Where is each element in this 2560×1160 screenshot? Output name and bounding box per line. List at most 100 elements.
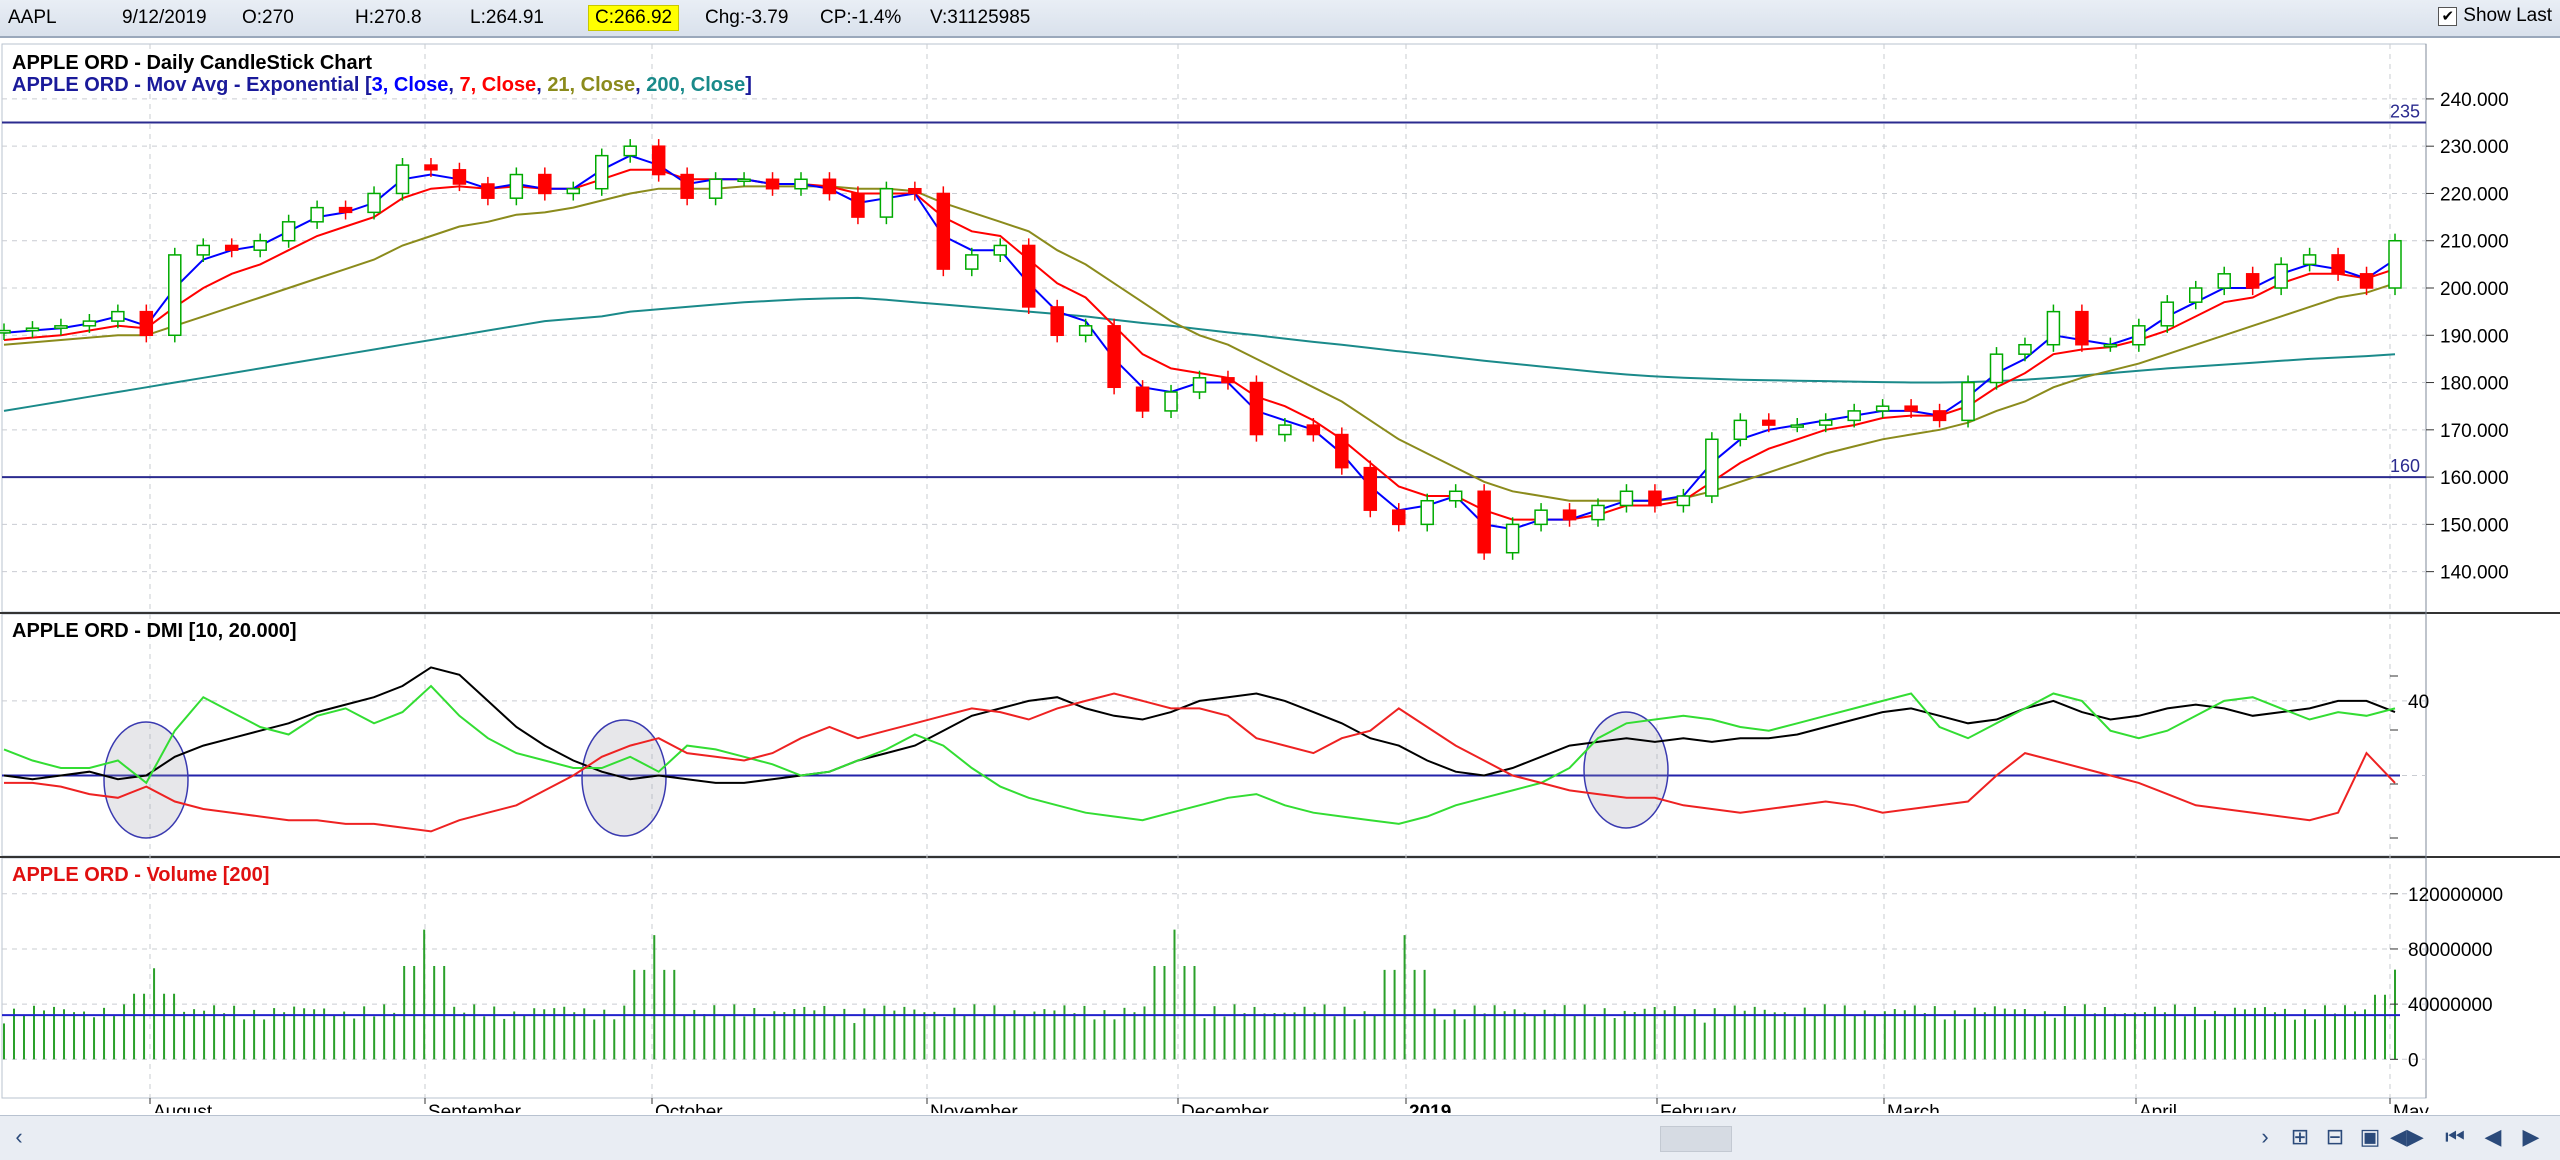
candle-up: [2302, 254, 2317, 266]
price-tick-label: 240.000: [2440, 90, 2509, 111]
candle-up: [25, 327, 40, 332]
candle-up: [1448, 490, 1463, 502]
candle-down: [765, 178, 780, 190]
candle-down: [1477, 490, 1491, 554]
candle-down: [1335, 433, 1349, 469]
candle-up: [281, 221, 296, 242]
x-tick-label: 2019: [1409, 1102, 1451, 1113]
candle-up: [310, 206, 324, 223]
candle-up: [1420, 499, 1434, 526]
price-tick-label: 200.000: [2440, 279, 2509, 300]
candle-up: [2217, 273, 2231, 289]
candle-up: [993, 244, 1007, 256]
candle-up: [708, 178, 723, 199]
x-tick-label: October: [655, 1102, 723, 1113]
candle-down: [224, 244, 239, 251]
candle-down: [680, 173, 694, 199]
dmi-tick-label: 40: [2408, 692, 2429, 713]
candle-down: [481, 183, 495, 199]
candle-up: [111, 310, 125, 322]
ma-legend-prefix: APPLE ORD - Mov Avg - Exponential [: [12, 74, 372, 96]
candle-up: [1278, 424, 1292, 436]
ma-legend-suffix: ]: [745, 74, 752, 96]
candle-up: [509, 173, 524, 199]
candle-down: [452, 169, 467, 185]
zoom-in-icon[interactable]: ⊞: [2285, 1122, 2315, 1152]
candle-up: [2160, 301, 2175, 327]
candle-down: [2245, 273, 2260, 289]
go-end-icon[interactable]: ⏮: [2440, 1122, 2470, 1152]
candle-up: [1875, 405, 1890, 412]
price-tick-label: 150.000: [2440, 515, 2509, 536]
chart-area[interactable]: 235 160 August September October November Dec…: [0, 38, 2560, 1113]
horizontal-line-label: 160: [2390, 456, 2420, 476]
date-label: 9/12/2019: [122, 7, 207, 28]
candle-up: [168, 254, 182, 337]
scroll-left-icon[interactable]: ‹: [4, 1122, 34, 1152]
candle-up: [1591, 504, 1605, 521]
price-tick-label: 190.000: [2440, 326, 2509, 347]
show-last-checkbox[interactable]: ✔ Show Last: [2438, 5, 2552, 27]
price-tick-label: 140.000: [2440, 563, 2509, 584]
step-forward-icon[interactable]: ▶: [2516, 1122, 2546, 1152]
step-back-icon[interactable]: ◀: [2478, 1122, 2508, 1152]
candle-up: [566, 187, 581, 195]
candle-up: [196, 244, 210, 256]
zoom-out-icon[interactable]: ⊟: [2320, 1122, 2350, 1152]
candle-down: [1050, 306, 1064, 337]
price-tick-label: 220.000: [2440, 184, 2509, 205]
volume-tick-label: 0: [2408, 1050, 2419, 1071]
candle-down: [338, 206, 353, 214]
fit-icon[interactable]: ▣: [2355, 1122, 2385, 1152]
gridlines: [2, 44, 2426, 1098]
candle-up: [1505, 523, 1520, 554]
candle-up: [623, 145, 637, 157]
candle-up: [595, 154, 609, 190]
candle-down: [1135, 386, 1150, 412]
candle-down: [1562, 509, 1577, 521]
volume-title: APPLE ORD - Volume [200]: [12, 864, 269, 886]
low-label: L:264.91: [470, 7, 544, 28]
price-chart-title: APPLE ORD - Daily CandleStick Chart: [12, 52, 372, 74]
candle-down: [2331, 254, 2345, 275]
x-tick-label: August: [153, 1102, 213, 1113]
candle-up: [879, 187, 894, 218]
price-panel: 235 160: [0, 102, 2426, 560]
volume-tick-label: 80000000: [2408, 940, 2493, 961]
dmi-line-ADX: [3, 666, 2396, 784]
ma-legend-200: 200, Close: [646, 74, 745, 96]
candle-down: [1392, 509, 1406, 526]
candle-up: [1534, 509, 1548, 526]
candle-up: [2388, 239, 2402, 289]
candle-down: [2359, 273, 2374, 289]
ma-legend: APPLE ORD - Mov Avg - Exponential [3, Cl…: [12, 74, 752, 96]
dmi-panel: [2, 666, 2400, 839]
ma-legend-7: 7, Close: [459, 74, 536, 96]
candle-down: [936, 192, 951, 270]
candle-up: [2189, 287, 2203, 303]
candle-up: [2018, 343, 2032, 355]
candle-down: [908, 187, 922, 195]
dmi-title: APPLE ORD - DMI [10, 20.000]: [12, 620, 297, 642]
candle-up: [965, 254, 979, 270]
candle-down: [538, 173, 552, 195]
candle-up: [794, 178, 808, 190]
scroll-back-icon[interactable]: ◀▶: [2390, 1122, 2424, 1152]
scroll-right-icon[interactable]: ›: [2250, 1122, 2280, 1152]
close-label: C:266.92: [588, 5, 680, 31]
x-tick-label: December: [1181, 1102, 1269, 1113]
candle-up: [1676, 495, 1691, 507]
x-tick-label: April: [2139, 1102, 2177, 1113]
candle-down: [822, 178, 837, 195]
ma-line-7: [3, 168, 2396, 521]
candle-down: [2075, 310, 2089, 346]
candle-up: [1078, 325, 1093, 337]
candle-up: [2132, 325, 2146, 346]
candle-down: [651, 145, 666, 176]
scroll-thumb[interactable]: [1660, 1126, 1732, 1152]
volume-label: V:31125985: [930, 7, 1031, 28]
ma-legend-21: 21, Close: [547, 74, 635, 96]
horizontal-scrollbar[interactable]: ‹ › ⊞ ⊟ ▣ ◀▶ ⏮ ◀ ▶: [0, 1115, 2560, 1160]
dmi-line--DI: [4, 692, 2396, 833]
dmi-panel-frame: [1, 613, 2427, 857]
